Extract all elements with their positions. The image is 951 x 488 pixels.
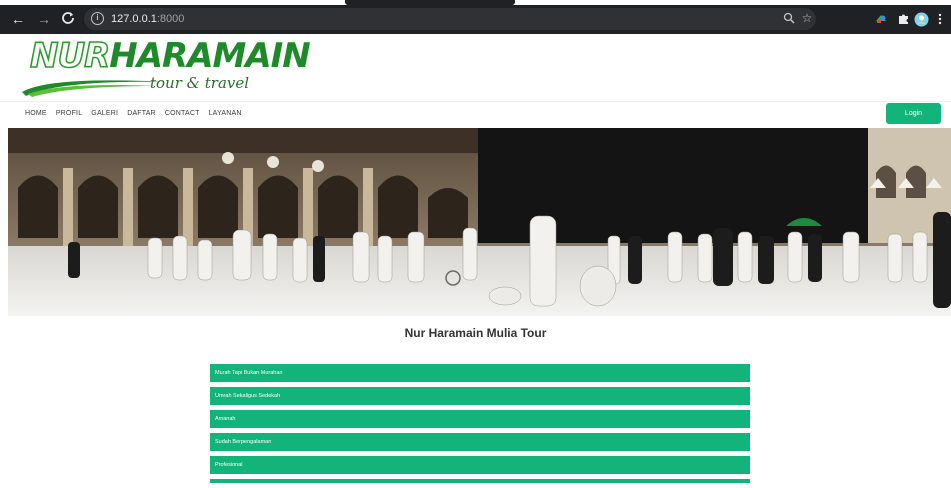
nav-item-daftar[interactable]: DAFTAR xyxy=(127,109,156,118)
puzzle-icon[interactable] xyxy=(896,12,910,26)
login-button[interactable]: Login xyxy=(886,103,941,124)
logo-subtitle: tour & travel xyxy=(150,74,250,92)
feature-item-cutoff[interactable] xyxy=(210,479,750,483)
url-text[interactable]: 127.0.0.1:8000 xyxy=(111,12,184,26)
feature-item[interactable]: Murah Tapi Bukan Murahan xyxy=(210,364,750,382)
nav-item-home[interactable]: HOME xyxy=(25,109,47,118)
star-icon[interactable]: ☆ xyxy=(800,11,814,25)
back-arrow-icon[interactable]: ← xyxy=(10,11,26,27)
logo-swoosh-icon xyxy=(22,80,168,97)
feature-item[interactable]: Sudah Berpengalaman xyxy=(210,433,750,451)
feature-item[interactable]: Profesional xyxy=(210,456,750,474)
nav-item-layanan[interactable]: LAYANAN xyxy=(209,109,242,118)
nav-item-profil[interactable]: PROFIL xyxy=(56,109,82,118)
info-icon[interactable]: i xyxy=(91,12,104,25)
nav-item-galeri[interactable]: GALERI xyxy=(91,109,118,118)
nav-item-contact[interactable]: CONTACT xyxy=(165,109,200,118)
menu-dots-icon[interactable] xyxy=(936,12,944,26)
zoom-icon[interactable] xyxy=(782,12,796,26)
extension-icon[interactable] xyxy=(874,12,888,26)
profile-icon[interactable] xyxy=(914,12,929,27)
page-title: Nur Haramain Mulia Tour xyxy=(404,326,547,340)
main-navbar: HOME PROFIL GALERI DAFTAR CONTACT LAYANA… xyxy=(0,101,951,125)
hero-banner-image xyxy=(8,128,951,316)
feature-item[interactable]: Umrah Sekaligus Sedekah xyxy=(210,387,750,405)
feature-list: Murah Tapi Bukan Murahan Umrah Sekaligus… xyxy=(210,364,750,488)
browser-toolbar: ← → i 127.0.0.1:8000 ☆ xyxy=(0,5,951,34)
address-bar[interactable]: i 127.0.0.1:8000 ☆ xyxy=(84,8,816,30)
nav-menu: HOME PROFIL GALERI DAFTAR CONTACT LAYANA… xyxy=(25,109,242,118)
brand-logo[interactable]: NURHARAMAIN tour & travel xyxy=(16,34,311,98)
forward-arrow-icon[interactable]: → xyxy=(36,11,52,27)
reload-icon[interactable] xyxy=(60,11,76,27)
feature-item[interactable]: Amanah xyxy=(210,410,750,428)
